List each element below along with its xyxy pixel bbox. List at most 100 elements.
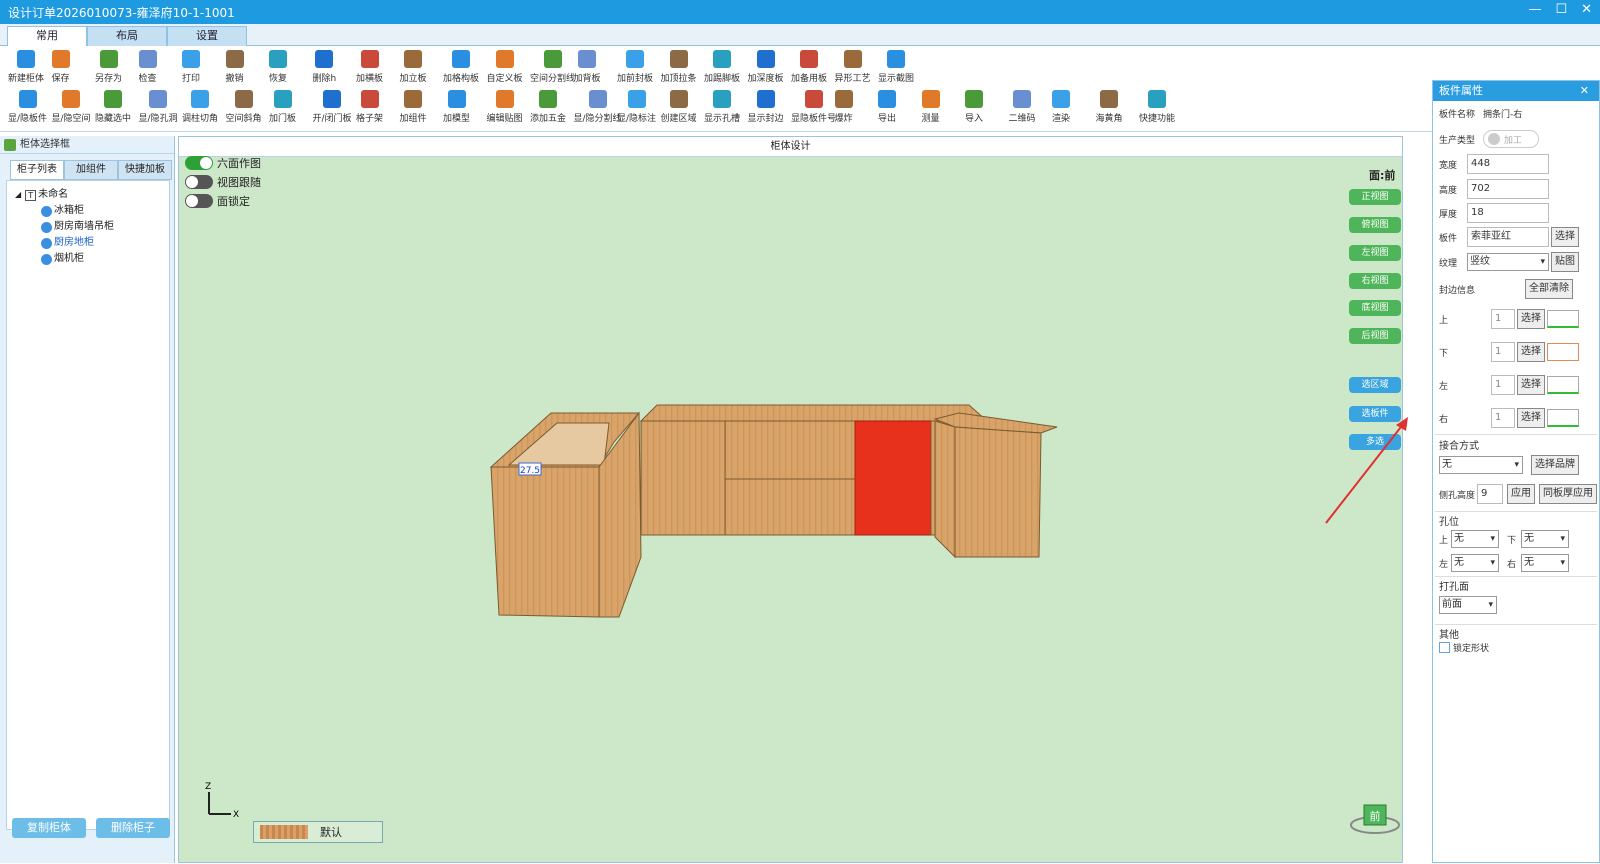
toolbar-button-toolbar_row2-15[interactable]: 创建区域 — [661, 90, 697, 124]
toolbar-button-toolbar_row1-0[interactable]: 新建柜体 — [8, 50, 44, 84]
toolbar-button-toolbar_row1-10[interactable]: 加格构板 — [443, 50, 479, 84]
toolbar-button-toolbar_row1-3[interactable]: 检查 — [138, 50, 157, 84]
tab-quick-add-board[interactable]: 快捷加板 — [118, 160, 172, 180]
toolbar-button-toolbar_row2-18[interactable]: 显隐板件号 — [791, 90, 836, 124]
toolbar-button-toolbar_row1-20[interactable]: 显示截图 — [878, 50, 914, 84]
toolbar-button-toolbar_row1-2[interactable]: 另存为 — [95, 50, 122, 84]
right-cabinet-side[interactable] — [934, 420, 956, 559]
joint-select[interactable]: 无 — [1439, 456, 1523, 474]
toolbar-button-toolbar_row2-10[interactable]: 加模型 — [443, 90, 470, 124]
apply-button[interactable]: 应用 — [1507, 484, 1535, 504]
toolbar-button-toolbar_row2-7[interactable]: 开/闭门板 — [313, 90, 352, 124]
texture-button[interactable]: 贴图 — [1551, 252, 1579, 272]
edge-top-input[interactable]: 1 — [1491, 309, 1515, 329]
drawer-front[interactable] — [724, 478, 856, 536]
toolbar-button-toolbar_row2-14[interactable]: 显/隐标注 — [617, 90, 656, 124]
toolbar-button-toolbar_row1-1[interactable]: 保存 — [51, 50, 70, 84]
cabinet-door[interactable] — [640, 420, 726, 536]
drill-face-select[interactable]: 前面 — [1439, 596, 1497, 614]
collapse-icon[interactable]: ◢ — [15, 187, 21, 203]
tree-item[interactable]: 厨房南墙吊柜 — [15, 219, 169, 235]
select-material-button[interactable]: 选择 — [1551, 227, 1579, 247]
hole-left-select[interactable]: 无 — [1451, 554, 1499, 572]
toolbar-button-toolbar_row2-19[interactable]: 爆炸 — [834, 90, 853, 124]
cabinet-3d-model[interactable]: 27.5 Z X 前 — [179, 137, 1404, 864]
minimize-button[interactable]: — — [1528, 2, 1541, 17]
toolbar-button-toolbar_row1-16[interactable]: 加踢脚板 — [704, 50, 740, 84]
toolbar-button-toolbar_row1-4[interactable]: 打印 — [182, 50, 200, 84]
close-properties-button[interactable]: ✕ — [1580, 81, 1589, 101]
delete-cabinet-button[interactable]: 删除柜子 — [96, 818, 170, 838]
toolbar-button-toolbar_row2-26[interactable]: 快捷功能 — [1139, 90, 1175, 124]
toolbar-button-toolbar_row2-11[interactable]: 编辑贴图 — [487, 90, 523, 124]
tab-layout[interactable]: 布局 — [87, 26, 167, 46]
tree-item[interactable]: 冰箱柜 — [15, 203, 169, 219]
toolbar-button-toolbar_row2-23[interactable]: 二维码 — [1009, 90, 1036, 124]
drawer-front[interactable] — [724, 420, 856, 480]
toolbar-button-toolbar_row2-16[interactable]: 显示孔槽 — [704, 90, 740, 124]
tab-cabinet-list[interactable]: 柜子列表 — [10, 160, 64, 180]
maximize-button[interactable]: ☐ — [1555, 2, 1567, 17]
toolbar-button-toolbar_row2-5[interactable]: 空间斜角 — [226, 90, 262, 124]
height-input[interactable]: 702 — [1467, 179, 1549, 199]
same-thickness-apply-button[interactable]: 同板厚应用 — [1539, 484, 1597, 504]
toolbar-button-toolbar_row1-8[interactable]: 加横板 — [356, 50, 383, 84]
toolbar-button-toolbar_row1-6[interactable]: 恢复 — [269, 50, 287, 84]
toolbar-button-toolbar_row2-1[interactable]: 显/隐空间 — [52, 90, 91, 124]
toolbar-button-toolbar_row1-12[interactable]: 空间分割线 — [530, 50, 575, 84]
toolbar-button-toolbar_row2-24[interactable]: 渲染 — [1052, 90, 1070, 124]
toolbar-button-toolbar_row1-7[interactable]: 删除h — [313, 50, 336, 84]
hole-right-select[interactable]: 无 — [1521, 554, 1569, 572]
edge-left-select-button[interactable]: 选择 — [1517, 375, 1545, 395]
edge-top-select-button[interactable]: 选择 — [1517, 309, 1545, 329]
lock-shape-checkbox[interactable] — [1439, 642, 1450, 653]
toolbar-button-toolbar_row1-15[interactable]: 加顶拉条 — [661, 50, 697, 84]
toolbar-button-toolbar_row2-9[interactable]: 加组件 — [400, 90, 427, 124]
toolbar-button-toolbar_row1-5[interactable]: 撤销 — [225, 50, 244, 84]
tab-common[interactable]: 常用 — [7, 26, 87, 47]
edge-bottom-select-button[interactable]: 选择 — [1517, 342, 1545, 362]
toolbar-button-toolbar_row1-19[interactable]: 异形工艺 — [835, 50, 871, 84]
right-cabinet-front[interactable] — [954, 426, 1042, 558]
grain-select[interactable]: 竖纹 — [1467, 253, 1549, 271]
toolbar-button-toolbar_row2-21[interactable]: 测量 — [921, 90, 940, 124]
toolbar-button-toolbar_row1-14[interactable]: 加前封板 — [617, 50, 653, 84]
toolbar-button-toolbar_row2-4[interactable]: 调柱切角 — [182, 90, 218, 124]
left-cabinet-front[interactable] — [490, 466, 600, 618]
hole-top-select[interactable]: 无 — [1451, 530, 1499, 548]
toolbar-button-toolbar_row2-2[interactable]: 隐藏选中 — [95, 90, 131, 124]
toolbar-button-toolbar_row1-18[interactable]: 加备用板 — [791, 50, 827, 84]
toolbar-button-toolbar_row1-17[interactable]: 加深度板 — [748, 50, 784, 84]
tree-root[interactable]: ◢ T 未命名 — [15, 187, 169, 203]
toolbar-button-toolbar_row2-6[interactable]: 加门板 — [269, 90, 296, 124]
select-brand-button[interactable]: 选择品牌 — [1531, 455, 1579, 475]
copy-cabinet-button[interactable]: 复制柜体 — [12, 818, 86, 838]
tab-settings[interactable]: 设置 — [167, 26, 247, 46]
toolbar-button-toolbar_row2-3[interactable]: 显/隐孔洞 — [139, 90, 178, 124]
edge-right-input[interactable]: 1 — [1491, 408, 1515, 428]
tree-item-selected[interactable]: 厨房地柜 — [15, 235, 169, 251]
toolbar-button-toolbar_row2-13[interactable]: 显/隐分割线 — [574, 90, 622, 124]
toolbar-button-toolbar_row2-17[interactable]: 显示封边 — [748, 90, 784, 124]
board-material-input[interactable]: 索菲亚红 — [1467, 227, 1549, 247]
toolbar-button-toolbar_row1-13[interactable]: 加背板 — [574, 50, 601, 84]
edge-bottom-input[interactable]: 1 — [1491, 342, 1515, 362]
toolbar-button-toolbar_row2-22[interactable]: 导入 — [965, 90, 983, 124]
toolbar-button-toolbar_row2-0[interactable]: 显/隐板件 — [8, 90, 47, 124]
design-canvas[interactable]: 柜体设计 六面作图 视图跟随 面锁定 面:前 正视图 俯视图 左视图 右视图 底… — [178, 136, 1408, 864]
hole-bottom-select[interactable]: 无 — [1521, 530, 1569, 548]
width-input[interactable]: 448 — [1467, 154, 1549, 174]
tab-add-component[interactable]: 加组件 — [64, 160, 118, 180]
tree-item[interactable]: 烟机柜 — [15, 251, 169, 267]
thickness-input[interactable]: 18 — [1467, 203, 1549, 223]
material-default-box[interactable]: 默认 — [253, 821, 383, 843]
toolbar-button-toolbar_row2-8[interactable]: 格子架 — [356, 90, 383, 124]
toolbar-button-toolbar_row2-12[interactable]: 添加五金 — [530, 90, 566, 124]
toolbar-button-toolbar_row1-9[interactable]: 加立板 — [400, 50, 427, 84]
close-button[interactable]: ✕ — [1581, 2, 1592, 17]
edge-left-input[interactable]: 1 — [1491, 375, 1515, 395]
toolbar-button-toolbar_row2-25[interactable]: 海黄角 — [1096, 90, 1123, 124]
toolbar-button-toolbar_row2-20[interactable]: 导出 — [878, 90, 896, 124]
side-hole-height-input[interactable]: 9 — [1477, 484, 1503, 504]
production-type-toggle[interactable]: 加工 — [1483, 130, 1540, 148]
